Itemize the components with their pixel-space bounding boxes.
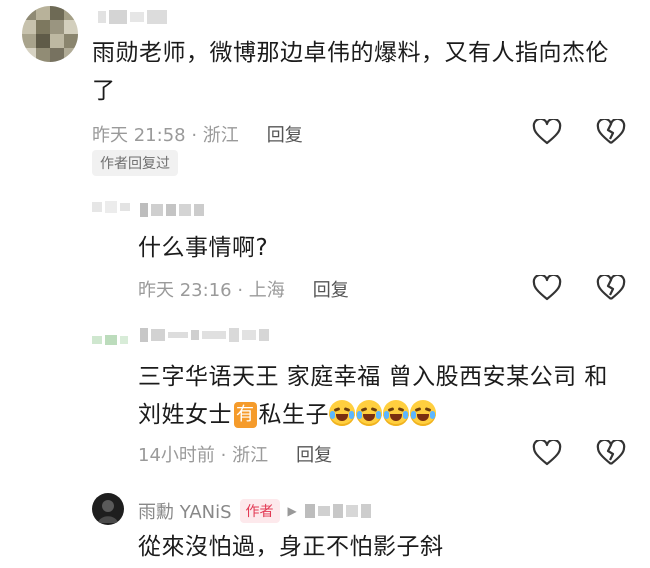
commenter-avatar[interactable] <box>22 6 78 62</box>
reply-user-name-obscured[interactable] <box>140 203 204 217</box>
dislike-broken-heart-icon[interactable] <box>596 275 626 301</box>
reply-text: 什么事情啊? <box>138 235 269 261</box>
reply-button[interactable]: 回复 <box>313 276 349 302</box>
meta-separator: · <box>185 125 203 146</box>
comment-time: 昨天 21:58 <box>92 125 186 146</box>
dislike-broken-heart-icon[interactable] <box>596 440 626 466</box>
laughing-crying-emoji-icon <box>356 400 382 426</box>
reply-text-part-2: 私生子 <box>258 402 329 428</box>
reply-meta: 14小时前 · 浙江 回复 <box>138 441 332 467</box>
laughing-crying-emoji-icon <box>329 400 355 426</box>
reply-location: 上海 <box>248 280 285 301</box>
comment-meta: 昨天 21:58 · 浙江 回复 <box>92 121 303 147</box>
you-badge: 有 <box>234 402 257 428</box>
comment-text: 雨勋老师，微博那边卓伟的爆料，又有人指向杰伦了 <box>92 40 609 104</box>
meta-separator: · <box>231 280 249 301</box>
author-name[interactable]: 雨勳 YANiS <box>138 498 232 524</box>
like-heart-icon[interactable] <box>532 275 562 301</box>
reply-location: 浙江 <box>232 445 269 466</box>
commenter-name-obscured[interactable] <box>98 10 167 24</box>
author-reply-text: 從來沒怕過，身正不怕影子斜 <box>138 534 444 560</box>
reply-to-name-obscured[interactable] <box>304 504 371 518</box>
play-arrow-icon: ▶ <box>287 504 297 518</box>
reply-button[interactable]: 回复 <box>267 121 303 147</box>
dislike-broken-heart-icon[interactable] <box>596 119 626 145</box>
laughing-crying-emoji-icon <box>383 400 409 426</box>
reply-user-avatar-obscured[interactable] <box>92 201 130 213</box>
laughing-crying-emoji-icon <box>410 400 436 426</box>
author-name-row: 雨勳 YANiS 作者 ▶ <box>138 498 371 524</box>
reply-user-name-obscured[interactable] <box>140 328 269 342</box>
reply-time: 14小时前 <box>138 445 215 466</box>
like-heart-icon[interactable] <box>532 440 562 466</box>
comment-location: 浙江 <box>202 125 239 146</box>
reply-meta: 昨天 23:16 · 上海 回复 <box>138 276 349 302</box>
author-avatar[interactable] <box>92 493 124 525</box>
reply-time: 昨天 23:16 <box>138 280 232 301</box>
reply-user-avatar-obscured[interactable] <box>92 335 128 345</box>
meta-separator: · <box>214 445 233 466</box>
reply-button[interactable]: 回复 <box>296 441 332 467</box>
author-replied-tag: 作者回复过 <box>92 150 178 176</box>
like-heart-icon[interactable] <box>532 119 562 145</box>
author-badge: 作者 <box>239 499 280 523</box>
author-avatar-image <box>98 500 118 523</box>
reply-text: 三字华语天王 家庭幸福 曾入股西安某公司 和刘姓女士有私生子 <box>138 358 628 434</box>
